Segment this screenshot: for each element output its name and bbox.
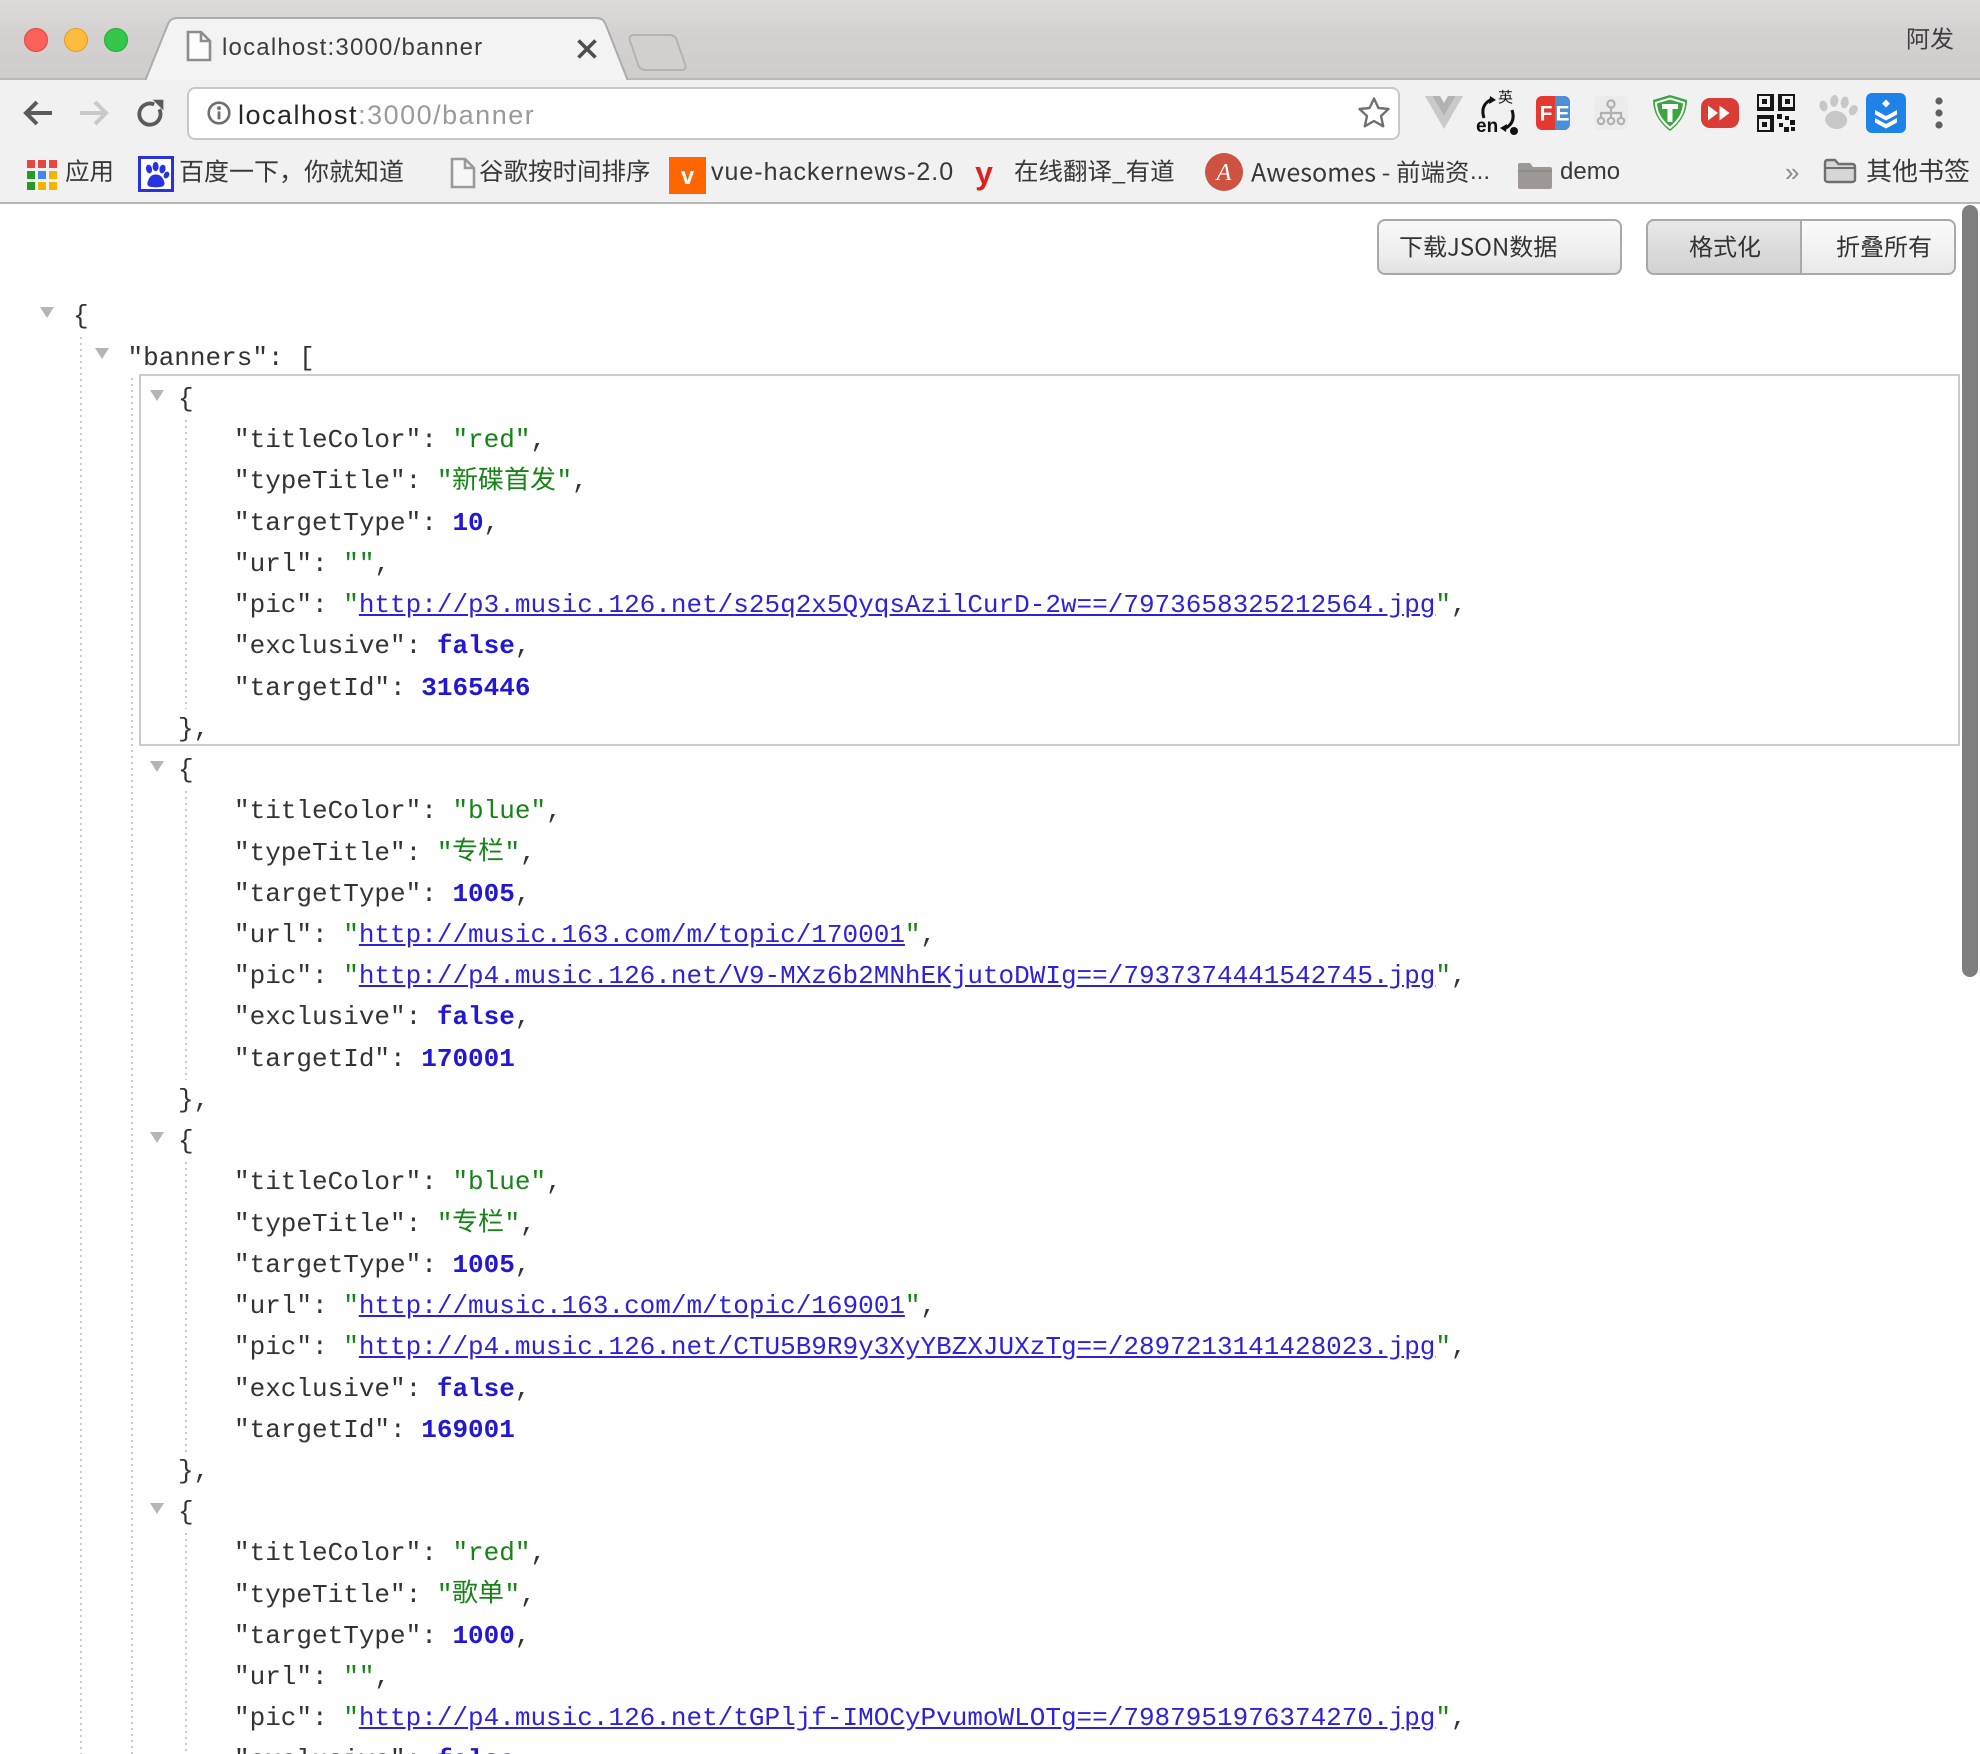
svg-text:y: y	[975, 158, 993, 191]
svg-text:A: A	[1215, 160, 1232, 186]
svg-text:F: F	[1540, 103, 1553, 126]
svg-text:v: v	[681, 163, 695, 190]
svg-text:E: E	[1555, 103, 1569, 126]
